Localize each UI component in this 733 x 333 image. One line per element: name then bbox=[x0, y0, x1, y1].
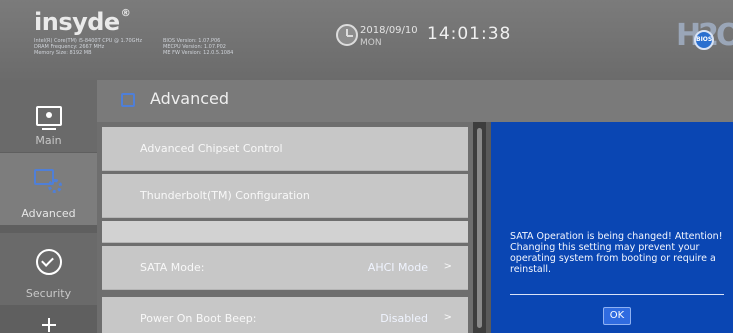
sidebar-item-main[interactable]: Main bbox=[0, 80, 97, 152]
top-header: insyde® Intel(R) Core(TM) i5-8400T CPU @… bbox=[0, 0, 733, 80]
sidebar-item-label: Advanced bbox=[21, 207, 76, 220]
setting-power-on-boot-beep[interactable]: Power On Boot Beep: Disabled > bbox=[102, 297, 468, 333]
advanced-settings-icon bbox=[34, 169, 64, 195]
insyde-logo: insyde® bbox=[34, 8, 131, 36]
sidebar-item-security[interactable]: Security bbox=[0, 233, 97, 305]
logo-text: insyde bbox=[34, 8, 120, 36]
system-info-right: BIOS Version: 1.07.P06 MECPU Version: 1.… bbox=[163, 38, 234, 56]
menu-item-thunderbolt-configuration[interactable]: Thunderbolt(TM) Configuration bbox=[102, 174, 468, 218]
chevron-right-icon: > bbox=[443, 261, 452, 272]
page-title-bar: Advanced bbox=[97, 80, 733, 122]
setting-label: SATA Mode: bbox=[140, 261, 205, 274]
sidebar-item-more[interactable] bbox=[0, 310, 97, 333]
sidebar: Main Advanced Security bbox=[0, 80, 97, 333]
shield-check-icon bbox=[36, 249, 62, 275]
settings-list: Advanced Chipset Control Thunderbolt(TM)… bbox=[97, 122, 473, 333]
ok-button[interactable]: OK bbox=[603, 307, 631, 325]
menu-item-label: Thunderbolt(TM) Configuration bbox=[140, 189, 310, 202]
list-spacer bbox=[102, 221, 468, 243]
setting-value: AHCI Mode bbox=[367, 261, 428, 274]
date-display: 2018/09/10 bbox=[360, 25, 418, 36]
page-title: Advanced bbox=[150, 89, 230, 108]
time-display: 14:01:38 bbox=[427, 24, 512, 44]
chevron-right-icon: > bbox=[443, 312, 452, 323]
setting-sata-mode[interactable]: SATA Mode: AHCI Mode > bbox=[102, 246, 468, 290]
logo-mark: ® bbox=[120, 8, 131, 19]
more-icon bbox=[42, 318, 56, 332]
system-info-left: Intel(R) Core(TM) i5-8400T CPU @ 1.70GHz… bbox=[34, 38, 142, 56]
menu-item-label: Advanced Chipset Control bbox=[140, 142, 283, 155]
scrollbar-thumb[interactable] bbox=[477, 128, 482, 328]
h2o-bios-logo: H2O BIOS bbox=[672, 12, 733, 64]
sidebar-item-label: Main bbox=[35, 134, 62, 147]
gear-icon bbox=[48, 179, 62, 193]
sidebar-item-label: Security bbox=[25, 287, 72, 300]
scrollbar[interactable] bbox=[473, 122, 486, 333]
monitor-icon bbox=[36, 106, 62, 130]
setting-value: Disabled bbox=[380, 312, 428, 325]
weekday-display: MON bbox=[360, 38, 382, 48]
bios-badge: BIOS bbox=[694, 30, 714, 50]
sidebar-item-advanced[interactable]: Advanced bbox=[0, 153, 97, 225]
advanced-page-icon bbox=[121, 93, 135, 107]
help-panel: SATA Operation is being changed! Attenti… bbox=[491, 122, 733, 333]
clock-icon bbox=[336, 24, 358, 46]
warning-message: SATA Operation is being changed! Attenti… bbox=[510, 231, 723, 275]
divider bbox=[510, 294, 724, 295]
setting-label: Power On Boot Beep: bbox=[140, 312, 257, 325]
menu-item-advanced-chipset-control[interactable]: Advanced Chipset Control bbox=[102, 127, 468, 171]
